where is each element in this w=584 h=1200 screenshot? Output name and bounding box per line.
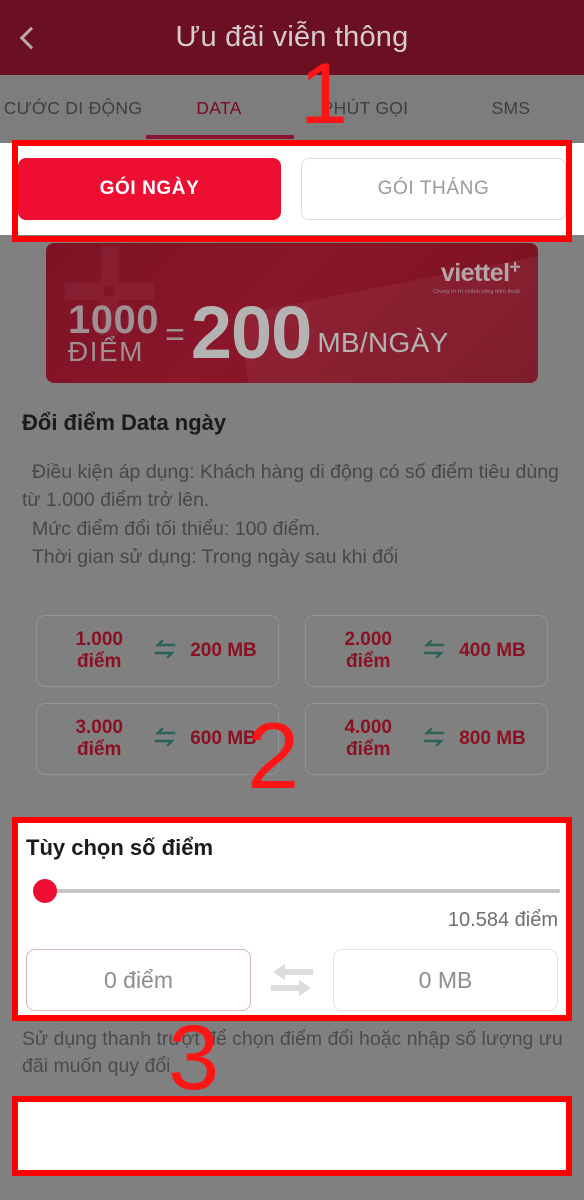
description-line-1: Điều kiện áp dụng: Khách hàng di động có… [22, 461, 559, 512]
page-title: Ưu đãi viễn thông [175, 21, 409, 53]
confirm-button-label: Xác nhận [243, 1123, 341, 1148]
offer-card-grid: 1.000 điểm 200 MB 2.000 điểm 400 MB 3.00… [36, 615, 548, 775]
offer-data: 400 MB [459, 640, 526, 661]
section-description: Điều kiện áp dụng: Khách hàng di động có… [22, 458, 568, 571]
tab-phut-goi[interactable]: PHÚT GỌI [292, 98, 438, 120]
package-type-toggle: GÓI NGÀY GÓI THÁNG [0, 143, 584, 235]
app-screen: Ưu đãi viễn thông CƯỚC DI ĐỘNG DATA PHÚT… [0, 0, 584, 1200]
back-button[interactable] [0, 0, 62, 75]
offer-data: 800 MB [459, 728, 526, 749]
slider-hint-text: Sử dụng thanh trượt để chọn điểm đổi hoặ… [22, 1028, 563, 1078]
banner-amount-value: 200 [190, 291, 312, 375]
banner-amount-unit: MB/NGÀY [317, 327, 449, 358]
swap-horizontal-icon [423, 638, 445, 663]
data-input[interactable]: 0 MB [333, 949, 558, 1011]
offer-data: 600 MB [190, 728, 257, 749]
active-tab-indicator [146, 135, 294, 139]
swap-arrows-icon [263, 961, 321, 999]
banner-content: 1000 ĐIỂM = 200 MB/NGÀY [68, 291, 449, 375]
viettel-logo: viettel✛ Chung trí trí chắnh công hiện t… [433, 259, 520, 295]
swap-horizontal-icon [423, 726, 445, 751]
points-slider-track[interactable] [52, 889, 560, 893]
offer-points: 4.000 điểm [344, 716, 392, 760]
conversion-inputs: 0 điểm 0 MB [26, 949, 558, 1011]
tab-cuoc-di-dong[interactable]: CƯỚC DI ĐỘNG [0, 98, 146, 120]
description-line-3: Thời gian sử dụng: Trong ngày sau khi đổ… [32, 545, 399, 568]
custom-points-title: Tùy chọn số điểm [26, 835, 214, 860]
offer-card[interactable]: 3.000 điểm 600 MB [36, 703, 279, 775]
confirm-button[interactable]: Xác nhận [18, 1106, 566, 1166]
offer-points: 1.000 điểm [75, 628, 123, 672]
offer-card[interactable]: 2.000 điểm 400 MB [305, 615, 548, 687]
points-input[interactable]: 0 điểm [26, 949, 251, 1011]
brand-name: viettel [440, 259, 510, 287]
tab-data[interactable]: DATA [146, 98, 292, 120]
points-slider-thumb[interactable] [33, 879, 57, 903]
promo-banner: ✛ viettel✛ Chung trí trí chắnh công hiện… [46, 243, 538, 383]
brand-slogan: Chung trí trí chắnh công hiện thuật [433, 289, 520, 295]
segment-goi-ngay[interactable]: GÓI NGÀY [18, 158, 281, 220]
banner-points-unit: ĐIỂM [68, 336, 144, 368]
swap-horizontal-icon [154, 726, 176, 751]
brand-mark-icon: ✛ [509, 259, 521, 275]
app-header: Ưu đãi viễn thông [0, 0, 584, 75]
swap-horizontal-icon [154, 638, 176, 663]
banner-equals-sign: = [164, 316, 185, 354]
offer-card[interactable]: 1.000 điểm 200 MB [36, 615, 279, 687]
chevron-left-icon [19, 26, 43, 49]
segment-goi-thang[interactable]: GÓI THÁNG [301, 158, 566, 220]
offer-data: 200 MB [190, 640, 257, 661]
tab-sms[interactable]: SMS [438, 98, 584, 120]
offer-card[interactable]: 4.000 điểm 800 MB [305, 703, 548, 775]
tab-bar: CƯỚC DI ĐỘNG DATA PHÚT GỌI SMS [0, 75, 584, 143]
description-line-2: Mức điểm đổi tối thiểu: 100 điểm. [32, 517, 321, 540]
custom-points-panel: Tùy chọn số điểm 10.584 điểm 0 điểm 0 MB [12, 821, 572, 1017]
points-max-label: 10.584 điểm [447, 909, 558, 931]
offer-points: 3.000 điểm [75, 716, 123, 760]
offer-points: 2.000 điểm [344, 628, 392, 672]
section-title: Đổi điểm Data ngày [22, 410, 227, 435]
banner-points-value: 1000 [68, 298, 159, 343]
